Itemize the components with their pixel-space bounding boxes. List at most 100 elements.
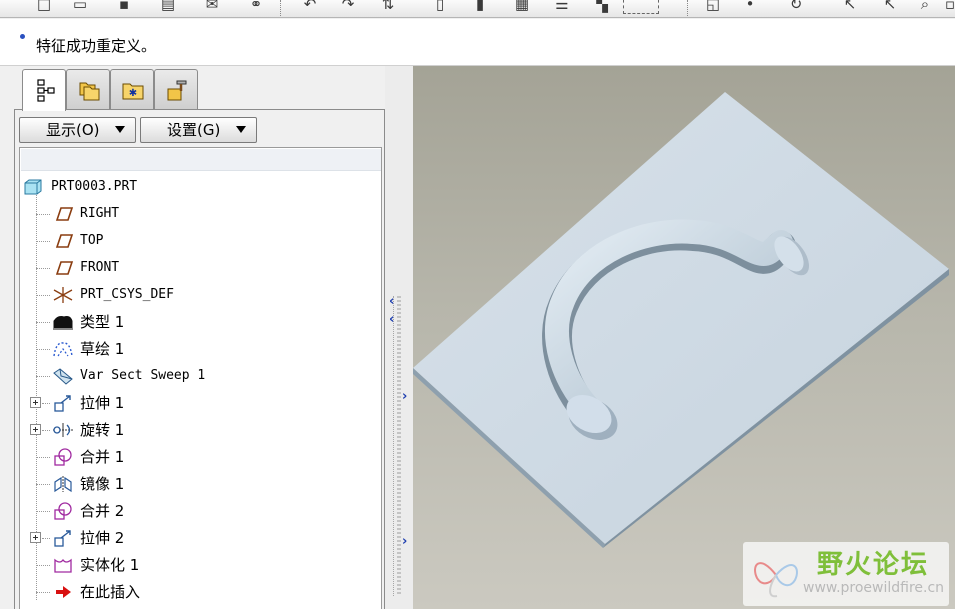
solidify-icon xyxy=(54,558,72,573)
3d-model-render xyxy=(413,92,949,548)
sketch-icon xyxy=(53,342,73,357)
toolbar-separator xyxy=(280,0,281,16)
datum-plane-icon xyxy=(55,207,74,221)
save-icon[interactable]: ▪ xyxy=(114,0,134,14)
paste-special-icon[interactable]: ▦ xyxy=(512,0,532,14)
tree-connector xyxy=(36,268,50,269)
tree-connector xyxy=(36,322,50,323)
main-toolbar: □ ▭ ▪ ▤ ✉ ⚭ ↶ ↷ ⇅ ▯ ▮ ▦ ☰ ▚ ◱ • ↻ ↖ ↖ ⌕ … xyxy=(0,0,955,18)
collapse-left-icon[interactable]: ‹ xyxy=(389,313,394,326)
status-message: 特征成功重定义。 xyxy=(36,37,157,55)
splitter-grip xyxy=(397,296,401,596)
tree-connector xyxy=(36,592,50,593)
new-file-icon[interactable]: □ xyxy=(34,0,54,14)
layers-icon[interactable]: ▚ xyxy=(592,0,612,14)
tree-item-label: 拉伸 2 xyxy=(80,529,125,547)
tree-root-label: PRT0003.PRT xyxy=(51,179,138,194)
print-icon[interactable]: ▤ xyxy=(158,0,178,14)
show-menu-button[interactable]: 显示(O) xyxy=(19,117,136,143)
datum-point-tool-icon[interactable]: • xyxy=(740,0,760,14)
tree-item-label: 合并 2 xyxy=(80,502,125,520)
collapse-left-icon[interactable]: ‹ xyxy=(389,295,394,308)
zoom-icon[interactable]: ⌕ xyxy=(915,0,935,14)
tree-connector xyxy=(36,241,50,242)
svg-text:✱: ✱ xyxy=(129,88,137,99)
expand-right-icon[interactable]: › xyxy=(402,535,407,548)
tree-item-label: 草绘 1 xyxy=(80,340,125,358)
regenerate-icon[interactable]: ⇅ xyxy=(378,0,398,14)
splitter-grip xyxy=(393,296,395,596)
watermark-url: www.proewildfire.cn xyxy=(803,580,945,596)
graphics-viewport[interactable] xyxy=(413,66,955,609)
tree-item-label: 镜像 1 xyxy=(80,475,125,493)
tree-item-label: 类型 1 xyxy=(80,313,125,331)
tree-connector xyxy=(36,484,50,485)
datum-plane-tool-icon[interactable]: ◱ xyxy=(703,0,723,14)
chevron-down-icon xyxy=(115,126,125,133)
model-tree-icon xyxy=(37,79,55,102)
more-tools-icon[interactable]: ▫ xyxy=(940,0,955,14)
tree-item-label: 合并 1 xyxy=(80,448,125,466)
tree-connector xyxy=(36,214,50,215)
var-sect-sweep-icon xyxy=(53,368,73,385)
datum-plane-icon xyxy=(55,261,74,275)
favorites-icon: ✱ xyxy=(122,83,144,100)
settings-menu-label: 设置(G) xyxy=(167,121,221,139)
forum-watermark: 野火论坛 www.proewildfire.cn xyxy=(743,542,949,606)
tree-item-label: 在此插入 xyxy=(80,583,141,601)
zoom-box-icon[interactable] xyxy=(623,0,659,14)
mirror-icon xyxy=(54,476,72,493)
tree-connector xyxy=(42,538,50,539)
tree-item-label: Var Sect Sweep 1 xyxy=(80,368,206,383)
tab-folder-browser[interactable] xyxy=(66,69,110,109)
tree-connector xyxy=(42,430,50,431)
spin-center-icon[interactable]: ↻ xyxy=(786,0,806,14)
expand-right-icon[interactable]: › xyxy=(402,390,407,403)
base-plate xyxy=(413,92,949,544)
curve-tool-icon[interactable]: ↖ xyxy=(880,0,900,14)
expand-plus-icon[interactable] xyxy=(30,532,41,543)
coordinate-system-icon xyxy=(53,287,73,303)
tree-item-label: TOP xyxy=(80,233,104,248)
tree-item-label: 旋转 1 xyxy=(80,421,125,439)
tab-connections[interactable] xyxy=(154,69,198,109)
copy-icon[interactable]: ▯ xyxy=(430,0,450,14)
datum-plane-icon xyxy=(55,234,74,248)
tree-connector xyxy=(36,376,50,377)
tree-connector xyxy=(42,403,50,404)
expand-plus-icon[interactable] xyxy=(30,397,41,408)
connections-icon xyxy=(167,80,187,101)
toolbar-separator xyxy=(687,0,688,16)
tab-favorites[interactable]: ✱ xyxy=(110,69,154,109)
expand-plus-icon[interactable] xyxy=(30,424,41,435)
merge-icon xyxy=(54,448,72,466)
undo-icon[interactable]: ↶ xyxy=(300,0,320,14)
tree-header xyxy=(21,149,381,171)
tab-model-tree[interactable] xyxy=(22,69,66,111)
tree-item-label: PRT_CSYS_DEF xyxy=(80,287,174,302)
tree-item-label: 拉伸 1 xyxy=(80,394,125,412)
part-icon xyxy=(24,179,42,195)
tree-connector xyxy=(36,295,50,296)
tree-connector xyxy=(36,457,50,458)
chevron-down-icon xyxy=(236,126,246,133)
message-bullet-icon xyxy=(20,34,25,39)
tree-item-label: RIGHT xyxy=(80,206,120,221)
redo-icon[interactable]: ↷ xyxy=(338,0,358,14)
tree-connector xyxy=(36,511,50,512)
view-manager-icon[interactable]: ☰ xyxy=(552,0,572,14)
paste-icon[interactable]: ▮ xyxy=(470,0,490,14)
sketch-tool-icon[interactable]: ↖ xyxy=(840,0,860,14)
settings-menu-button[interactable]: 设置(G) xyxy=(140,117,257,143)
panel-splitter[interactable]: ‹ ‹ › › xyxy=(385,66,413,609)
tree-connector xyxy=(36,565,50,566)
email-icon[interactable]: ✉ xyxy=(202,0,222,14)
extrude-icon xyxy=(54,395,71,412)
tree-item-label: FRONT xyxy=(80,260,120,275)
open-file-icon[interactable]: ▭ xyxy=(70,0,90,14)
tree-connector xyxy=(36,349,50,350)
link-icon[interactable]: ⚭ xyxy=(246,0,266,14)
folder-browser-icon xyxy=(79,82,100,101)
revolve-icon xyxy=(53,423,73,437)
insert-here-arrow-icon xyxy=(56,586,71,598)
